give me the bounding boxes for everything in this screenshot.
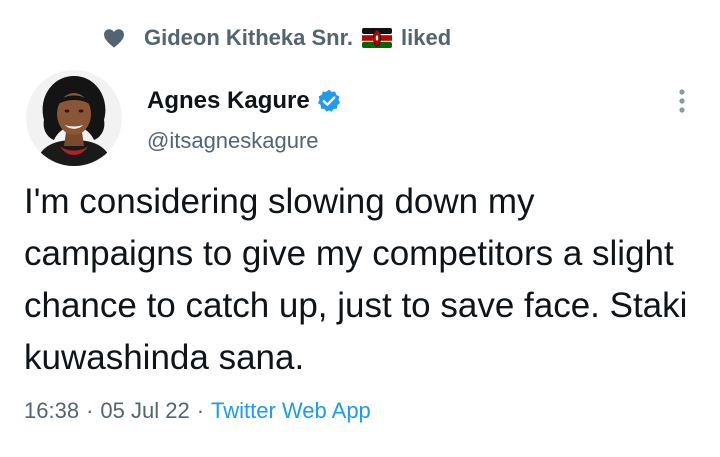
meta-separator: · xyxy=(86,398,94,423)
tweet-text: I'm considering slowing down my campaign… xyxy=(24,182,688,377)
display-name: Agnes Kagure xyxy=(147,87,310,114)
avatar[interactable] xyxy=(26,70,122,166)
tweet-source-link[interactable]: Twitter Web App xyxy=(211,398,371,423)
verified-badge-icon xyxy=(317,89,340,112)
author-name[interactable]: Agnes Kagure xyxy=(147,84,342,118)
author-handle[interactable]: @itsagneskagure xyxy=(147,128,319,154)
social-context-link[interactable]: Gideon Kitheka Snr. liked xyxy=(144,25,451,51)
social-context-action: liked xyxy=(401,25,452,50)
kenya-flag-icon xyxy=(362,28,393,48)
liker-name: Gideon Kitheka Snr. xyxy=(144,25,354,50)
tweet-meta: 16:38 · 05 Jul 22 · Twitter Web App xyxy=(24,396,371,426)
meta-separator: · xyxy=(196,398,205,423)
tweet-time[interactable]: 16:38 xyxy=(24,398,79,423)
social-context: Gideon Kitheka Snr. liked xyxy=(102,20,451,56)
more-options-icon[interactable] xyxy=(668,84,696,118)
heart-icon xyxy=(104,29,124,48)
tweet-date[interactable]: 05 Jul 22 xyxy=(100,398,189,423)
